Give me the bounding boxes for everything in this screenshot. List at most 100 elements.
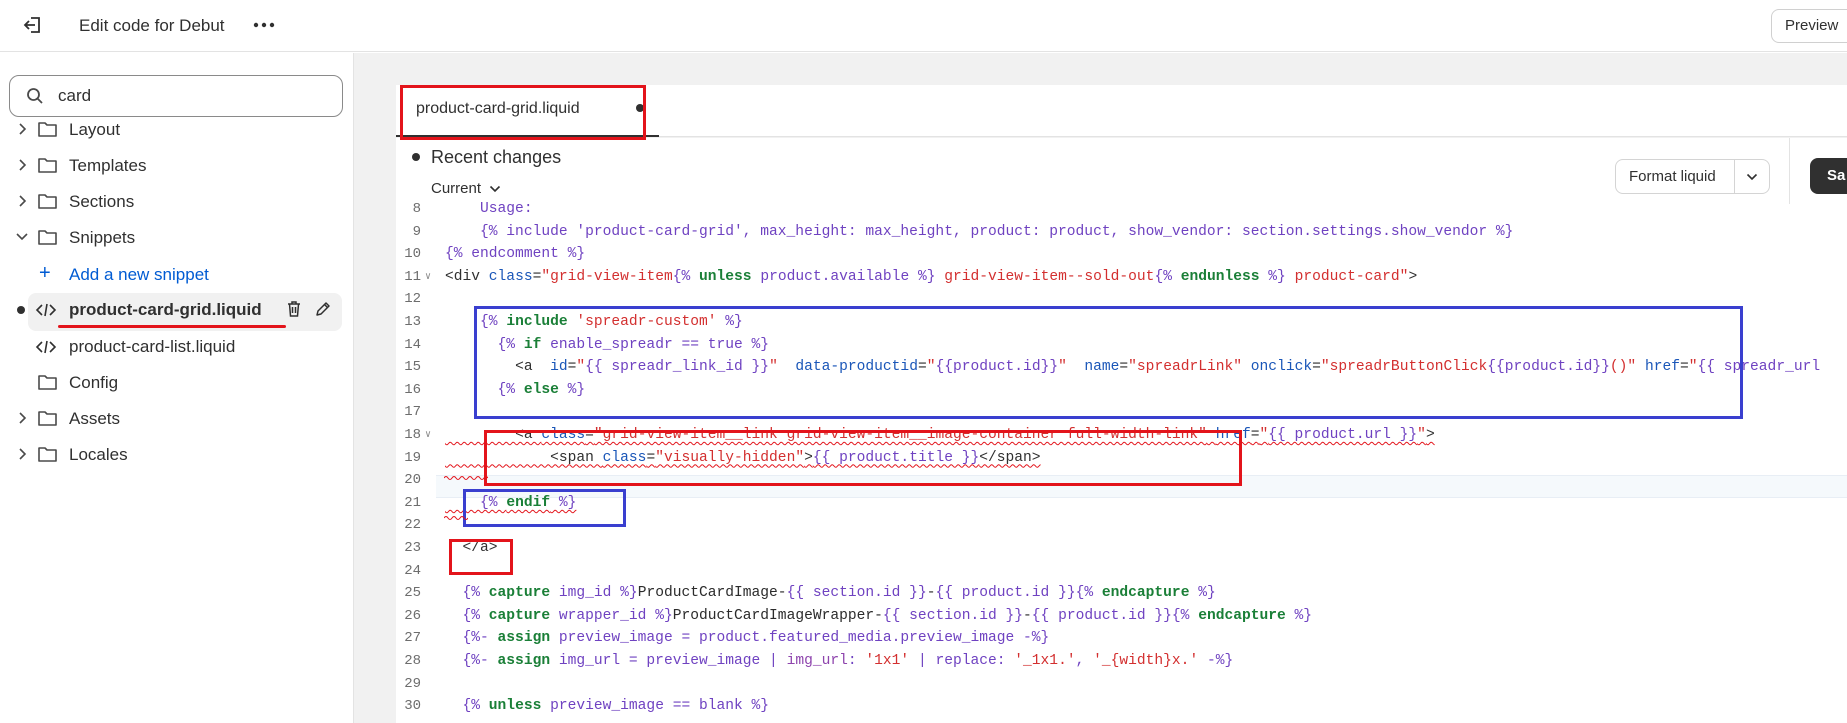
folder-label: Locales (69, 445, 128, 464)
code-line: 24 (396, 560, 1847, 583)
line-number: 14 (404, 336, 421, 353)
code-text: {% include 'product-card-grid', max_heig… (445, 223, 1514, 240)
folder-config[interactable]: Config (0, 366, 353, 398)
code-line: 8 Usage: (396, 198, 1847, 221)
unsaved-dot (17, 306, 25, 314)
code-text: {%- assign preview_image = product.featu… (462, 630, 1050, 647)
code-text: {% else %} (497, 381, 586, 398)
fold-chevron-icon[interactable]: ∨ (425, 424, 431, 448)
line-number: 8 (412, 201, 421, 217)
folder-icon (38, 194, 57, 209)
folder-label: Config (69, 373, 119, 392)
code-line: 21 {% endif %} (396, 492, 1847, 515)
version-select[interactable]: Current (431, 180, 501, 197)
chevron-down-icon (16, 233, 28, 241)
delete-file-button[interactable] (282, 293, 306, 325)
folder-icon (38, 122, 57, 137)
code-line: 27 {%- assign preview_image = product.fe… (396, 627, 1847, 650)
folder-templates[interactable]: Templates (0, 149, 353, 181)
rename-file-button[interactable] (311, 293, 335, 325)
chevron-right-icon (19, 448, 27, 460)
chevron-right-icon (19, 123, 27, 135)
format-liquid-button[interactable]: Format liquid (1615, 159, 1735, 194)
tab-label: product-card-grid.liquid (416, 100, 580, 117)
save-button[interactable]: Sa (1810, 158, 1847, 194)
code-text: Usage: (445, 201, 533, 217)
code-line: 22 (396, 514, 1847, 537)
ellipsis-icon (253, 22, 275, 28)
exit-button[interactable] (20, 12, 46, 38)
code-editor[interactable]: 8 Usage: 9 {% include 'product-card-grid… (396, 201, 1847, 723)
unsaved-dot (412, 153, 420, 161)
folder-snippets[interactable]: Snippets (0, 221, 353, 253)
line-number: 18 (404, 427, 421, 443)
file-product-card-grid[interactable]: product-card-grid.liquid (0, 293, 353, 331)
folder-icon (38, 447, 57, 462)
code-line: 10 {% endcomment %} (396, 243, 1847, 266)
folder-label: Sections (69, 192, 135, 211)
code-text: {% include 'spreadr-custom' %} (480, 314, 743, 330)
preview-button[interactable]: Preview (1771, 9, 1847, 43)
line-number: 30 (404, 698, 421, 715)
code-line: 25 {% capture img_id %}ProductCardImage-… (396, 582, 1847, 605)
code-text: {% if enable_spreadr == true %} (497, 336, 770, 353)
page-title: Edit code for Debut (79, 16, 225, 35)
chevron-right-icon (19, 412, 27, 424)
search-icon (27, 88, 43, 104)
code-line: 18 ∨ <a class="grid-view-item__link grid… (396, 424, 1847, 447)
add-snippet-label: Add a new snippet (69, 265, 209, 284)
code-line: 26 {% capture wrapper_id %}ProductCardIm… (396, 605, 1847, 628)
line-number: 22 (404, 517, 421, 534)
file-product-card-list[interactable]: product-card-list.liquid (0, 330, 353, 362)
line-number: 15 (404, 359, 421, 376)
fold-chevron-icon[interactable]: ∨ (425, 266, 431, 290)
more-actions-button[interactable] (250, 12, 278, 38)
pencil-icon (316, 302, 330, 316)
line-number: 9 (412, 223, 421, 240)
code-line: 12 (396, 288, 1847, 311)
line-number: 20 (404, 472, 421, 489)
recent-changes-title: Recent changes (431, 147, 562, 167)
chevron-down-icon (489, 185, 501, 192)
folder-label: Templates (69, 156, 147, 175)
line-number: 27 (404, 630, 421, 647)
search-field[interactable] (9, 75, 343, 117)
folder-locales[interactable]: Locales (0, 438, 353, 470)
folder-label: Layout (69, 120, 121, 139)
code-line: 28 {%- assign img_url = preview_image | … (396, 650, 1847, 673)
line-number: 17 (404, 404, 421, 421)
code-text: {%- assign img_url = preview_image | img… (462, 653, 1234, 669)
annotation-underline (58, 325, 286, 328)
trash-icon (288, 301, 300, 317)
code-line: 13 {% include 'spreadr-custom' %} (396, 311, 1847, 334)
code-text: <a id="{{ spreadr_link_id }}" data-produ… (515, 359, 1821, 376)
code-line: 23 </a> (396, 537, 1847, 560)
code-line: 17 (396, 401, 1847, 424)
chevron-right-icon (19, 195, 27, 207)
code-line: 15 <a id="{{ spreadr_link_id }}" data-pr… (396, 356, 1847, 379)
line-number: 16 (404, 381, 421, 398)
chevron-right-icon (19, 159, 27, 171)
code-text: {% endif %} (480, 494, 577, 511)
line-number: 29 (404, 675, 421, 692)
exit-icon (23, 17, 40, 33)
folder-icon (38, 411, 57, 426)
line-number: 28 (404, 653, 421, 669)
tab-product-card-grid[interactable]: product-card-grid.liquid (396, 85, 659, 137)
code-text: </a> (462, 540, 498, 556)
code-line: 29 (396, 673, 1847, 696)
code-text: {% endcomment %} (445, 246, 586, 263)
line-number: 26 (404, 607, 421, 624)
folder-assets[interactable]: Assets (0, 402, 353, 434)
folder-layout[interactable]: Layout (0, 113, 353, 145)
add-snippet-button[interactable]: + Add a new snippet (0, 258, 353, 290)
code-text: <span class="visually-hidden">{{ product… (550, 449, 1041, 466)
format-options-button[interactable] (1735, 159, 1770, 194)
code-line: 19 <span class="visually-hidden">{{ prod… (396, 447, 1847, 470)
tab-bar: product-card-grid.liquid (396, 85, 1847, 137)
line-number: 19 (404, 449, 421, 466)
folder-sections[interactable]: Sections (0, 185, 353, 217)
code-line: 14 {% if enable_spreadr == true %} (396, 334, 1847, 357)
search-input[interactable] (58, 84, 328, 108)
file-sidebar: Layout Templates Sections Snippets + Add… (0, 53, 353, 723)
